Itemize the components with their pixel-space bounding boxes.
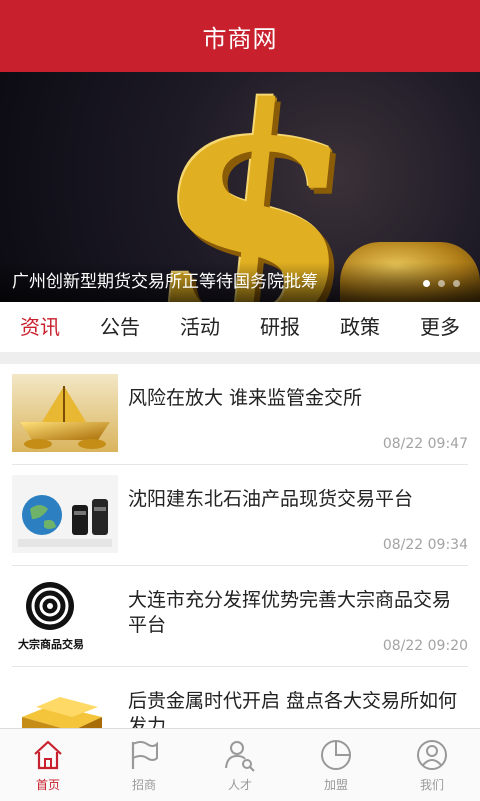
news-title: 大连市充分发挥优势完善大宗商品交易平台 xyxy=(128,589,452,636)
tabbar-about[interactable]: 我们 xyxy=(384,729,480,801)
tab-news[interactable]: 资讯 xyxy=(0,302,80,352)
news-title: 后贵金属时代开启 盘点各大交易所如何发力 xyxy=(128,690,458,728)
tabbar-home[interactable]: 首页 xyxy=(0,729,96,801)
home-icon xyxy=(34,740,62,769)
tabbar-talent[interactable]: 人才 xyxy=(192,729,288,801)
news-time: 08/22 09:20 xyxy=(382,638,468,654)
pie-chart-icon xyxy=(321,739,351,770)
carousel-indicator xyxy=(423,280,460,287)
flag-icon xyxy=(131,740,158,769)
app-header: 市商网 xyxy=(0,0,480,72)
news-list: 风险在放大 谁来监管金交所 08/22 09:47 沈阳建东北石油产品现货交易平… xyxy=(0,364,480,728)
tabbar-label: 加盟 xyxy=(323,777,348,792)
bottom-tab-bar: 首页 招商 人才 加盟 我们 xyxy=(0,728,480,801)
news-time: 08/22 09:47 xyxy=(382,436,468,452)
news-thumbnail-gold-bars xyxy=(12,677,118,728)
tab-announcements[interactable]: 公告 xyxy=(80,302,160,352)
tabbar-label: 我们 xyxy=(419,777,444,792)
tabbar-label: 招商 xyxy=(131,777,156,792)
tab-events[interactable]: 活动 xyxy=(160,302,240,352)
tab-policy[interactable]: 政策 xyxy=(320,302,400,352)
news-time: 08/22 09:34 xyxy=(382,537,468,553)
user-circle-icon xyxy=(417,739,447,770)
news-thumbnail-gold-ship xyxy=(12,374,118,452)
section-divider xyxy=(0,352,480,364)
news-thumbnail-globe-oil xyxy=(12,475,118,553)
commodity-logo-text: 大宗商品交易 xyxy=(18,638,84,651)
news-item[interactable]: 沈阳建东北石油产品现货交易平台 08/22 09:34 xyxy=(12,465,468,566)
tab-research[interactable]: 研报 xyxy=(240,302,320,352)
tabbar-invest[interactable]: 招商 xyxy=(96,729,192,801)
carousel-dot[interactable] xyxy=(453,280,460,287)
app-title: 市商网 xyxy=(202,24,278,53)
tabbar-label: 首页 xyxy=(35,777,60,792)
carousel-dot[interactable] xyxy=(438,280,445,287)
tabbar-join[interactable]: 加盟 xyxy=(288,729,384,801)
news-item[interactable]: 大宗商品交易 大连市充分发挥优势完善大宗商品交易平台 08/22 09:20 xyxy=(12,566,468,667)
person-search-icon xyxy=(225,740,255,772)
news-title: 沈阳建东北石油产品现货交易平台 xyxy=(128,488,414,510)
news-item[interactable]: 后贵金属时代开启 盘点各大交易所如何发力 xyxy=(12,667,468,728)
category-tabs: 资讯 公告 活动 研报 政策 更多 xyxy=(0,302,480,352)
carousel-dot[interactable] xyxy=(423,280,430,287)
tabbar-label: 人才 xyxy=(227,777,252,792)
news-thumbnail-commodity-logo: 大宗商品交易 xyxy=(12,576,118,654)
banner-caption[interactable]: 广州创新型期货交易所正等待国务院批筹 xyxy=(12,267,318,292)
tab-more[interactable]: 更多 xyxy=(400,302,480,352)
news-title: 风险在放大 谁来监管金交所 xyxy=(128,387,363,409)
news-item[interactable]: 风险在放大 谁来监管金交所 08/22 09:47 xyxy=(12,364,468,465)
banner-carousel[interactable]: $ 广州创新型期货交易所正等待国务院批筹 xyxy=(0,72,480,302)
